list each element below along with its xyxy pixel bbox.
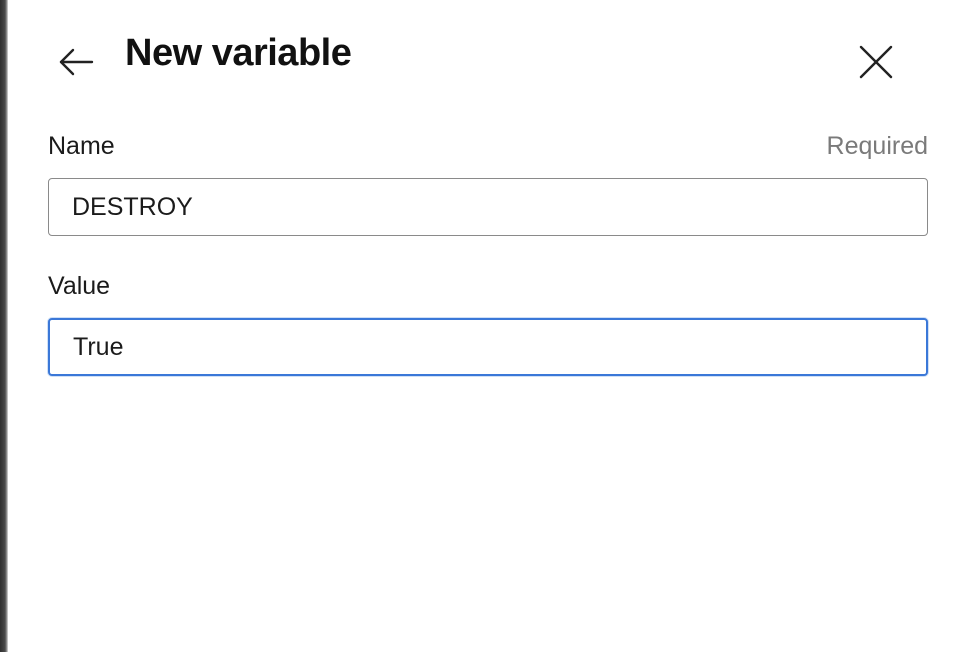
value-input[interactable]	[48, 318, 928, 376]
new-variable-panel: New variable Name Required Value	[8, 0, 960, 652]
page-title: New variable	[125, 32, 352, 74]
left-window-edge	[0, 0, 8, 652]
value-field-label: Value	[48, 272, 111, 300]
close-icon	[859, 45, 893, 79]
required-indicator: Required	[826, 132, 928, 160]
name-input[interactable]	[48, 178, 928, 236]
back-button[interactable]	[56, 44, 96, 80]
arrow-left-icon	[59, 48, 94, 76]
name-field-label: Name	[48, 132, 115, 160]
close-button[interactable]	[856, 42, 896, 82]
page: New variable Name Required Value	[0, 0, 960, 652]
